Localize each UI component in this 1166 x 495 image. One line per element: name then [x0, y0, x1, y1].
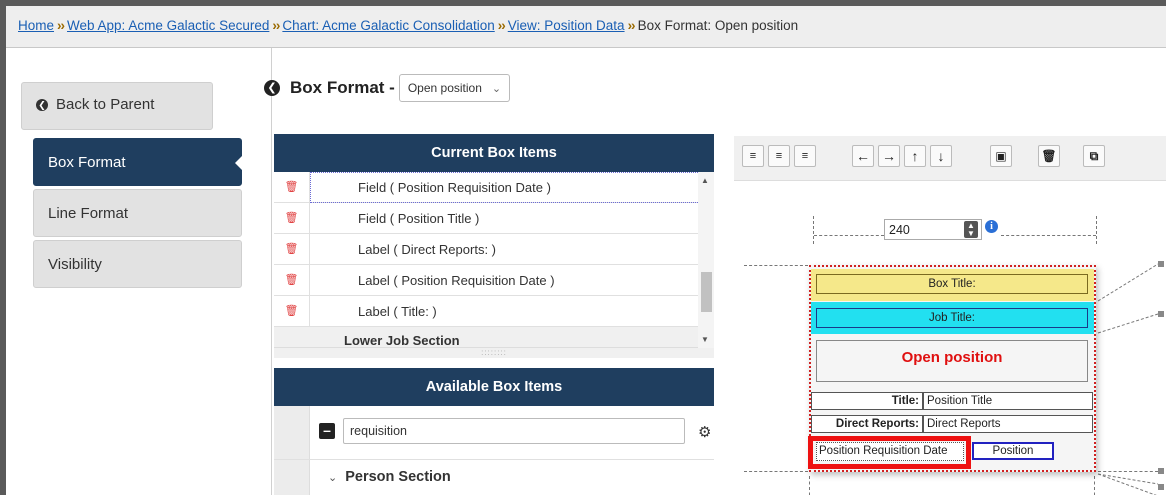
- trash-icon[interactable]: 🗑: [274, 296, 310, 327]
- collapse-all-icon[interactable]: –: [319, 423, 335, 439]
- canvas-toolbar: ≡ ≡ ≡ ← → ↑ ↓ ▣ 🗑 ⧉: [734, 136, 1166, 181]
- list-item-label: Label ( Direct Reports: ): [358, 242, 496, 257]
- scroll-up-icon[interactable]: ▲: [701, 176, 709, 185]
- box-format-select[interactable]: Open position ⌄: [398, 74, 511, 102]
- align-right-icon[interactable]: ≡: [794, 145, 816, 167]
- nav-item-label: Visibility: [48, 256, 102, 273]
- arrow-right-icon[interactable]: →: [878, 145, 900, 167]
- breadcrumb-current-prefix: Box Format:: [637, 18, 712, 33]
- copy-icon[interactable]: ⧉: [1083, 145, 1105, 167]
- arrow-left-icon[interactable]: ←: [852, 145, 874, 167]
- connector-line: [744, 265, 808, 266]
- list-item[interactable]: 🗑 Field ( Position Title ): [274, 203, 714, 234]
- list-item-label: Label ( Position Requisition Date ): [358, 273, 555, 288]
- width-guide-line: [1001, 235, 1096, 236]
- available-box-items-header: Available Box Items: [274, 368, 714, 406]
- trash-icon[interactable]: 🗑: [274, 265, 310, 296]
- back-circle-icon[interactable]: ❮: [264, 80, 280, 96]
- info-icon[interactable]: i: [985, 220, 998, 233]
- breadcrumb-home[interactable]: Home: [18, 18, 54, 33]
- breadcrumb-web-app[interactable]: Web App: Acme Galactic Secured: [67, 18, 269, 33]
- chevron-down-icon: ⌄: [491, 82, 502, 95]
- breadcrumb-current-value: Open position: [714, 18, 799, 33]
- direct-reports-value[interactable]: Direct Reports: [923, 415, 1093, 433]
- nav-item-label: Line Format: [48, 205, 129, 222]
- app-frame: Home ›› Web App: Acme Galactic Secured ›› Ch…: [0, 0, 1166, 495]
- list-section[interactable]: Lower Job Section: [274, 327, 714, 348]
- available-section-row[interactable]: ⌄ Person Section: [274, 460, 714, 495]
- arrow-down-icon[interactable]: ↓: [930, 145, 952, 167]
- position-field[interactable]: Position: [972, 442, 1054, 460]
- list-item[interactable]: 🗑 Label ( Position Requisition Date ): [274, 265, 714, 296]
- spinner-icon[interactable]: ▲ ▼: [964, 221, 978, 238]
- row-gutter: [274, 460, 310, 495]
- align-left-icon[interactable]: ≡: [742, 145, 764, 167]
- available-search-row: – ⚙: [274, 406, 714, 460]
- section-label-text: Person Section: [345, 469, 451, 485]
- search-input[interactable]: [343, 418, 685, 444]
- trash-icon[interactable]: 🗑: [274, 234, 310, 265]
- nav-item-label: Box Format: [48, 154, 126, 171]
- current-box-items-header: Current Box Items: [274, 134, 714, 172]
- list-item[interactable]: 🗑 Field ( Position Requisition Date ): [274, 172, 714, 203]
- back-to-parent-label: Back to Parent: [56, 96, 155, 113]
- breadcrumb-sep-icon: ››: [57, 18, 65, 33]
- nav-item-line-format[interactable]: Line Format: [33, 189, 242, 237]
- box-format-select-value: Open position: [407, 81, 482, 95]
- title-value[interactable]: Position Title: [923, 392, 1093, 410]
- align-center-icon[interactable]: ≡: [768, 145, 790, 167]
- trash-icon[interactable]: 🗑: [274, 172, 310, 203]
- chevron-down-icon: ⌄: [328, 472, 338, 484]
- direct-reports-label[interactable]: Direct Reports:: [811, 415, 923, 433]
- open-position-label[interactable]: Open position: [816, 340, 1088, 382]
- row-gutter: [274, 406, 310, 459]
- page-title: Box Format -: [290, 78, 395, 97]
- connector-line: [809, 476, 810, 495]
- selection-highlight: [808, 436, 971, 469]
- section-label: ⌄ Person Section: [328, 469, 451, 485]
- list-item-label: Label ( Title: ): [358, 304, 437, 319]
- scroll-down-icon[interactable]: ▼: [701, 335, 709, 344]
- list-item-label: Field ( Position Title ): [358, 211, 480, 226]
- breadcrumb-view[interactable]: View: Position Data: [508, 18, 625, 33]
- breadcrumb-chart[interactable]: Chart: Acme Galactic Consolidation: [282, 18, 494, 33]
- panel-splitter-handle[interactable]: ::::::::: [274, 348, 714, 358]
- job-title-field[interactable]: Job Title:: [816, 308, 1088, 328]
- list-item[interactable]: 🗑 Label ( Direct Reports: ): [274, 234, 714, 265]
- breadcrumb-sep-icon: ››: [627, 18, 636, 33]
- trash-icon[interactable]: 🗑: [1038, 145, 1060, 167]
- nav-item-visibility[interactable]: Visibility: [33, 240, 242, 288]
- width-guide-left: [813, 216, 814, 244]
- current-items-scrollbar[interactable]: ▲ ▼: [698, 172, 714, 348]
- list-item[interactable]: 🗑 Label ( Title: ): [274, 296, 714, 327]
- section-label: Lower Job Section: [344, 333, 460, 348]
- breadcrumb: Home ›› Web App: Acme Galactic Secured ›› Ch…: [6, 6, 1166, 48]
- breadcrumb-sep-icon: ››: [272, 18, 280, 33]
- search-wrap: –: [319, 418, 685, 444]
- connector-line: [1094, 476, 1095, 495]
- resize-handle[interactable]: [1158, 468, 1164, 474]
- arrow-up-icon[interactable]: ↑: [904, 145, 926, 167]
- scroll-thumb[interactable]: [701, 272, 712, 312]
- breadcrumb-sep-icon: ››: [497, 18, 506, 33]
- resize-handle[interactable]: [1158, 484, 1164, 490]
- width-guide-line: [814, 235, 884, 236]
- trash-icon[interactable]: 🗑: [274, 203, 310, 234]
- width-guide-right: [1096, 216, 1097, 244]
- current-box-items-list: 🗑 Field ( Position Requisition Date ) 🗑 …: [274, 172, 714, 348]
- connector-line: [744, 471, 808, 472]
- list-item-label: Field ( Position Requisition Date ): [358, 180, 551, 195]
- box-format-header: ❮ Box Format - Open position ⌄: [264, 73, 511, 103]
- resize-handle[interactable]: [1158, 311, 1164, 317]
- connector-lines: [1097, 263, 1159, 495]
- box-title-field[interactable]: Box Title:: [816, 274, 1088, 294]
- chevron-left-circle-icon: ❮: [36, 99, 48, 111]
- back-to-parent-button[interactable]: ❮ Back to Parent: [21, 82, 213, 130]
- title-label[interactable]: Title:: [811, 392, 923, 410]
- resize-handle[interactable]: [1158, 261, 1164, 267]
- left-nav: ❮ Back to Parent Box Format Line Format V…: [6, 48, 272, 495]
- fit-box-icon[interactable]: ▣: [990, 145, 1012, 167]
- gear-icon[interactable]: ⚙: [698, 423, 711, 441]
- nav-item-box-format[interactable]: Box Format: [33, 138, 242, 186]
